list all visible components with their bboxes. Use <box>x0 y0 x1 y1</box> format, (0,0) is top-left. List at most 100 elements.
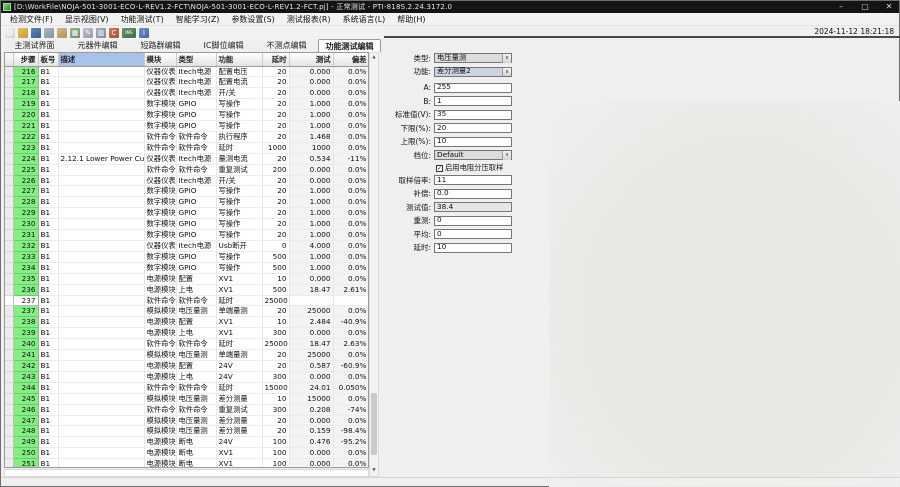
cell[interactable]: 232 <box>13 240 39 252</box>
grid-icon[interactable]: ▦ <box>70 27 80 38</box>
cell[interactable]: 开/关 <box>216 175 263 187</box>
cell[interactable]: 20 <box>262 425 290 438</box>
cell[interactable]: 237 <box>13 295 39 307</box>
row-selector[interactable] <box>5 393 14 405</box>
cell[interactable]: GPIO <box>176 229 217 241</box>
a-field[interactable]: 255 <box>434 82 512 93</box>
cell[interactable]: 4.000 <box>289 240 334 252</box>
table-row[interactable]: 235 B1 电源模块 配置 XV1 10 0.000 0.0% <box>5 273 368 285</box>
cell[interactable] <box>58 87 145 100</box>
cell[interactable]: 写操作 <box>216 207 263 220</box>
cell[interactable]: 25000 <box>262 295 290 307</box>
cell[interactable]: 差分测量 <box>216 393 263 405</box>
row-selector[interactable] <box>5 360 14 372</box>
cell[interactable]: 1.000 <box>289 98 334 111</box>
cell[interactable]: GPIO <box>176 120 217 132</box>
cell[interactable]: 0.587 <box>289 360 334 372</box>
table-row[interactable]: 239 B1 电源模块 上电 XV1 300 0.000 0.0% <box>5 327 368 340</box>
cell[interactable] <box>58 327 145 340</box>
cell[interactable]: 230 <box>13 218 39 231</box>
column-header[interactable]: 步骤 <box>13 53 39 67</box>
cell[interactable] <box>58 185 145 198</box>
row-selector[interactable] <box>5 327 14 340</box>
cell[interactable]: B1 <box>38 196 59 209</box>
cell[interactable]: 数字模块 <box>144 120 177 132</box>
cell[interactable]: B1 <box>38 131 59 143</box>
cell[interactable] <box>289 295 334 307</box>
maximize-button[interactable]: ▢ <box>859 1 871 13</box>
cell[interactable]: 20 <box>262 109 290 122</box>
cell[interactable]: 0.0% <box>333 273 368 285</box>
cell[interactable]: 延时 <box>216 295 263 307</box>
ims-icon[interactable]: IMS <box>122 27 136 38</box>
cell[interactable]: 仪器仪表 <box>144 87 177 100</box>
cell[interactable]: 0.0% <box>333 371 368 383</box>
cell[interactable]: 模拟模块 <box>144 415 177 427</box>
cell[interactable]: 数字模块 <box>144 218 177 231</box>
tab-skip-point-edit[interactable]: 不测点编辑 <box>255 39 318 52</box>
cell[interactable]: 模拟模块 <box>144 349 177 361</box>
row-selector[interactable] <box>5 175 14 187</box>
row-selector[interactable] <box>5 305 14 318</box>
row-selector[interactable] <box>5 273 14 285</box>
cell[interactable]: 20 <box>262 229 290 241</box>
row-selector[interactable] <box>5 240 14 252</box>
table-row[interactable]: 229 B1 数字模块 GPIO 写操作 20 1.000 0.0% <box>5 207 368 220</box>
cell[interactable]: 20 <box>262 66 290 78</box>
cell[interactable]: 243 <box>13 371 39 383</box>
row-selector[interactable] <box>5 425 14 438</box>
table-row[interactable]: 247 B1 模拟模块 电压量测 差分测量 20 0.000 0.0% <box>5 415 368 427</box>
cell[interactable]: GPIO <box>176 218 217 231</box>
table-row[interactable]: 219 B1 数字模块 GPIO 写操作 20 1.000 0.0% <box>5 98 368 111</box>
row-selector[interactable] <box>5 76 14 89</box>
cell[interactable] <box>58 349 145 361</box>
row-selector[interactable] <box>5 229 14 241</box>
cell[interactable]: 电源模块 <box>144 284 177 296</box>
cell[interactable]: 0.0% <box>333 175 368 187</box>
cell[interactable]: 0.476 <box>289 436 334 449</box>
cell[interactable]: 软件命令 <box>144 382 177 394</box>
cell[interactable]: 仪器仪表 <box>144 175 177 187</box>
cell[interactable]: 写操作 <box>216 218 263 231</box>
vertical-scrollbar[interactable]: ▲ ▼ <box>369 52 379 477</box>
cell[interactable]: 0.159 <box>289 425 334 438</box>
cell[interactable]: 软件命令 <box>176 295 217 307</box>
cell[interactable]: 0.0% <box>333 142 368 154</box>
cell[interactable]: 软件命令 <box>144 142 177 154</box>
cell[interactable] <box>58 295 145 307</box>
cell[interactable] <box>58 207 145 220</box>
cell[interactable]: 0.000 <box>289 415 334 427</box>
cell[interactable]: 500 <box>262 284 290 296</box>
cell[interactable]: 电压量测 <box>176 415 217 427</box>
cell[interactable]: 20 <box>262 76 290 89</box>
cell[interactable]: -98.4% <box>333 425 368 438</box>
menu-parameter[interactable]: 参数设置(S) <box>225 13 280 26</box>
column-header[interactable]: 偏差 <box>333 53 368 67</box>
checkbox-icon[interactable]: ✓ <box>436 164 443 172</box>
column-header[interactable]: 板号 <box>38 53 59 67</box>
cell[interactable]: 软件命令 <box>176 142 217 154</box>
table-row[interactable]: 243 B1 电源模块 上电 24V 300 0.000 0.0% <box>5 371 368 383</box>
cell[interactable]: 0.000 <box>289 87 334 100</box>
cell[interactable] <box>58 458 145 467</box>
cell[interactable]: 20 <box>262 196 290 209</box>
menu-report[interactable]: 测试报表(R) <box>281 13 337 26</box>
cell[interactable]: 20 <box>262 87 290 100</box>
cell[interactable]: B1 <box>38 229 59 241</box>
cell[interactable]: 延时 <box>216 338 263 351</box>
cell[interactable]: 15000 <box>289 393 334 405</box>
cell[interactable] <box>333 295 368 307</box>
cell[interactable]: 500 <box>262 251 290 263</box>
cell[interactable]: 18.47 <box>289 338 334 351</box>
row-selector[interactable] <box>5 164 14 176</box>
cell[interactable]: 0.0% <box>333 327 368 340</box>
cell[interactable]: 单端量测 <box>216 349 263 361</box>
row-selector[interactable] <box>5 382 14 394</box>
cell[interactable]: 写操作 <box>216 109 263 122</box>
cell[interactable]: 0.0% <box>333 196 368 209</box>
cell[interactable]: 单端量测 <box>216 305 263 318</box>
cell[interactable]: XV1 <box>216 327 263 340</box>
cell[interactable]: 0.208 <box>289 404 334 416</box>
cell[interactable]: XV1 <box>216 458 263 467</box>
cell[interactable]: 20 <box>262 185 290 198</box>
